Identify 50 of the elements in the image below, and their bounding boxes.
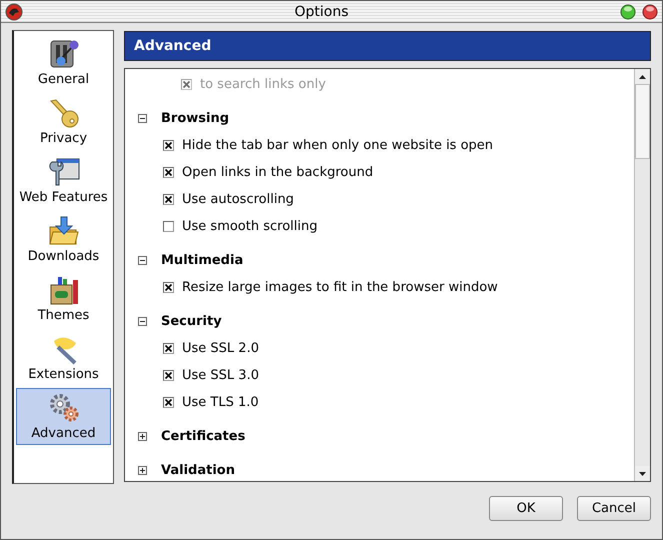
scrollbar[interactable] <box>634 69 650 481</box>
expand-icon[interactable] <box>138 466 147 475</box>
wrench-window-icon <box>46 156 80 188</box>
maximize-button[interactable] <box>620 4 636 20</box>
option-label: Open links in the background <box>182 165 374 180</box>
sidebar-item[interactable]: Themes <box>16 270 111 327</box>
checkbox[interactable] <box>163 167 174 178</box>
collapse-icon[interactable] <box>138 317 147 326</box>
checkbox[interactable] <box>163 140 174 151</box>
scroll-down-icon[interactable] <box>639 472 646 476</box>
window-title: Options <box>293 4 350 20</box>
app-icon <box>5 2 23 20</box>
checkbox[interactable] <box>163 194 174 205</box>
folder-download-icon <box>48 215 80 247</box>
option-label: Use SSL 3.0 <box>182 368 259 383</box>
panel-header: Advanced <box>124 31 651 61</box>
option-label: Hide the tab bar when only one website is open <box>182 138 494 153</box>
collapse-icon[interactable] <box>138 256 147 265</box>
close-button[interactable] <box>642 4 658 20</box>
checkbox[interactable] <box>163 370 174 381</box>
sidebar-item[interactable]: Advanced <box>16 388 111 445</box>
key-icon <box>48 97 80 129</box>
dialog-button[interactable]: Cancel <box>577 496 651 521</box>
option-label: Use SSL 2.0 <box>182 341 259 356</box>
section-title: Browsing <box>161 111 230 126</box>
option-label: to search links only <box>200 77 326 92</box>
section-title: Security <box>161 314 222 329</box>
option-label: Use TLS 1.0 <box>182 395 259 410</box>
sidebar-item[interactable]: Privacy <box>16 93 111 150</box>
crayons-icon <box>48 274 80 306</box>
sidebar-item[interactable]: Web Features <box>16 152 111 209</box>
scroll-thumb[interactable] <box>635 84 650 159</box>
sidebar-item[interactable]: General <box>16 34 111 91</box>
checkbox[interactable] <box>163 282 174 293</box>
option-label: Use autoscrolling <box>182 192 294 207</box>
sidebar-item[interactable]: Extensions <box>16 329 111 386</box>
scroll-up-icon[interactable] <box>639 74 646 78</box>
collapse-icon[interactable] <box>138 114 147 123</box>
dialog-button[interactable]: OK <box>489 496 563 521</box>
section-title: Multimedia <box>161 253 244 268</box>
switch-icon <box>48 38 80 70</box>
expand-icon[interactable] <box>138 432 147 441</box>
checkbox[interactable] <box>163 221 174 232</box>
checkbox[interactable] <box>163 397 174 408</box>
section-title: Validation <box>161 463 235 478</box>
checkbox[interactable] <box>163 343 174 354</box>
option-label: Use smooth scrolling <box>182 219 318 234</box>
sidebar-item[interactable]: Downloads <box>16 211 111 268</box>
option-label: Resize large images to fit in the browser window <box>182 280 498 295</box>
section-title: Certificates <box>161 429 246 444</box>
